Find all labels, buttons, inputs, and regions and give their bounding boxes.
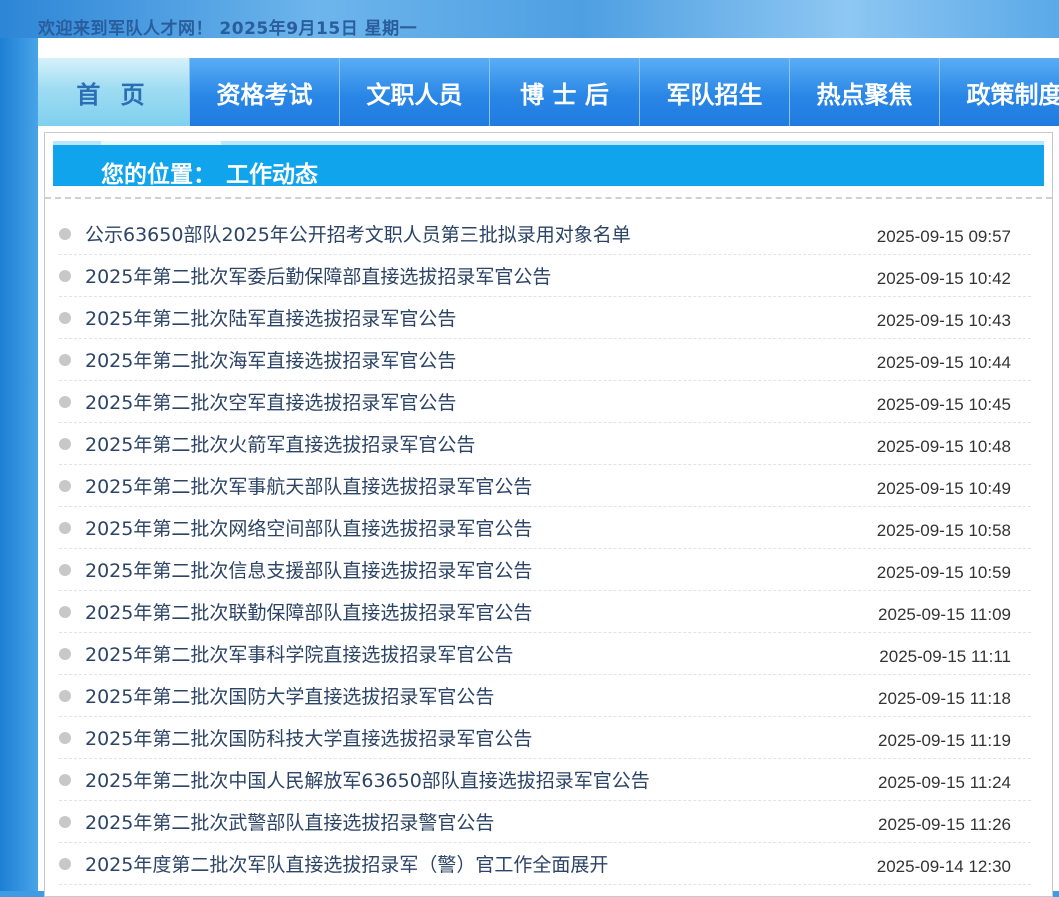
- main-nav: 首 页 资格考试 文职人员 博 士 后 军队招生 热点聚焦 政策制度: [38, 58, 1059, 126]
- news-date: 2025-09-15 10:42: [876, 268, 1011, 288]
- list-item: 2025年第二批次联勤保障部队直接选拔招录军官公告 2025-09-15 11:0…: [59, 591, 1031, 633]
- nav-item-qualification-exam[interactable]: 资格考试: [190, 58, 340, 126]
- news-title-link[interactable]: 2025年第二批次国防科技大学直接选拔招录军官公告: [85, 724, 532, 751]
- news-title-link[interactable]: 2025年第二批次军事科学院直接选拔招录军官公告: [85, 640, 513, 667]
- news-date: 2025-09-15 11:11: [879, 646, 1011, 666]
- nav-item-postdoc[interactable]: 博 士 后: [490, 58, 640, 126]
- list-item: 2025年度第二批次军队直接选拔招录军（警）官工作全面展开 2025-09-14 …: [59, 843, 1031, 885]
- bullet-icon: [59, 563, 71, 576]
- news-title-link[interactable]: 2025年第二批次网络空间部队直接选拔招录军官公告: [85, 514, 532, 541]
- page-background: [0, 0, 40, 891]
- news-title-link[interactable]: 2025年第二批次火箭军直接选拔招录军官公告: [85, 430, 475, 457]
- list-item: 2025年第二批次军事科学院直接选拔招录军官公告 2025-09-15 11:11: [59, 633, 1031, 675]
- breadcrumb-current: 工作动态: [226, 162, 318, 186]
- list-item: 公示63650部队2025年公开招考文职人员第三批拟录用对象名单 2025-09-…: [59, 213, 1031, 255]
- bullet-icon: [59, 731, 71, 744]
- nav-item-policies[interactable]: 政策制度: [940, 58, 1059, 126]
- news-date: 2025-09-15 10:59: [876, 562, 1011, 582]
- nav-item-hot-topics[interactable]: 热点聚焦: [790, 58, 940, 126]
- news-date: 2025-09-14 12:30: [876, 856, 1011, 876]
- news-date: 2025-09-15 10:45: [876, 394, 1011, 414]
- nav-item-military-enrollment[interactable]: 军队招生: [640, 58, 790, 126]
- list-item: 2025年第二批次海军直接选拔招录军官公告 2025-09-15 10:44: [59, 339, 1031, 381]
- top-banner: 欢迎来到军队人才网！ 2025年9月15日 星期一: [0, 0, 1059, 39]
- list-item: 2025年第二批次军委后勤保障部直接选拔招录军官公告 2025-09-15 10:…: [59, 255, 1031, 297]
- news-date: 2025-09-15 10:44: [876, 352, 1011, 372]
- news-title-link[interactable]: 2025年第二批次军委后勤保障部直接选拔招录军官公告: [85, 262, 551, 289]
- breadcrumb-label: 您的位置：: [101, 162, 216, 186]
- news-title-link[interactable]: 2025年第二批次空军直接选拔招录军官公告: [85, 388, 456, 415]
- news-date: 2025-09-15 10:49: [876, 478, 1011, 498]
- list-item: 2025年第二批次武警部队直接选拔招录警官公告 2025-09-15 11:26: [59, 801, 1031, 843]
- list-item: 2025年第二批次火箭军直接选拔招录军官公告 2025-09-15 10:48: [59, 423, 1031, 465]
- bullet-icon: [59, 353, 71, 366]
- news-date: 2025-09-15 11:19: [878, 730, 1011, 750]
- news-date: 2025-09-15 10:43: [876, 310, 1011, 330]
- news-title-link[interactable]: 2025年第二批次海军直接选拔招录军官公告: [85, 346, 456, 373]
- news-title-link[interactable]: 2025年第二批次信息支援部队直接选拔招录军官公告: [85, 556, 532, 583]
- bullet-icon: [59, 479, 71, 492]
- news-date: 2025-09-15 11:26: [878, 814, 1011, 834]
- news-date: 2025-09-15 09:57: [876, 226, 1011, 246]
- list-item: 2025年第二批次军事航天部队直接选拔招录军官公告 2025-09-15 10:4…: [59, 465, 1031, 507]
- bullet-icon: [59, 689, 71, 702]
- breadcrumb: 您的位置： 工作动态: [53, 141, 1044, 186]
- news-title-link[interactable]: 2025年第二批次中国人民解放军63650部队直接选拔招录军官公告: [85, 766, 650, 793]
- list-item: 2025年第二批次国防科技大学直接选拔招录军官公告 2025-09-15 11:1…: [59, 717, 1031, 759]
- bullet-icon: [59, 773, 71, 786]
- news-date: 2025-09-15 11:09: [878, 604, 1011, 624]
- news-list: 公示63650部队2025年公开招考文职人员第三批拟录用对象名单 2025-09-…: [59, 213, 1031, 885]
- list-item: 2025年第二批次信息支援部队直接选拔招录军官公告 2025-09-15 10:5…: [59, 549, 1031, 591]
- news-title-link[interactable]: 公示63650部队2025年公开招考文职人员第三批拟录用对象名单: [85, 220, 631, 247]
- news-date: 2025-09-15 10:58: [876, 520, 1011, 540]
- list-item: 2025年第二批次网络空间部队直接选拔招录军官公告 2025-09-15 10:5…: [59, 507, 1031, 549]
- nav-item-civilian-staff[interactable]: 文职人员: [340, 58, 490, 126]
- bullet-icon: [59, 647, 71, 660]
- news-title-link[interactable]: 2025年第二批次武警部队直接选拔招录警官公告: [85, 808, 494, 835]
- bullet-icon: [59, 857, 71, 870]
- nav-item-home[interactable]: 首 页: [38, 58, 190, 126]
- list-item: 2025年第二批次陆军直接选拔招录军官公告 2025-09-15 10:43: [59, 297, 1031, 339]
- divider: [45, 197, 1052, 199]
- list-item: 2025年第二批次空军直接选拔招录军官公告 2025-09-15 10:45: [59, 381, 1031, 423]
- content-panel: 您的位置： 工作动态 公示63650部队2025年公开招考文职人员第三批拟录用对象…: [44, 132, 1053, 897]
- bullet-icon: [59, 227, 71, 240]
- breadcrumb-text: 您的位置： 工作动态: [101, 155, 318, 186]
- news-title-link[interactable]: 2025年第二批次联勤保障部队直接选拔招录军官公告: [85, 598, 532, 625]
- news-date: 2025-09-15 11:18: [878, 688, 1011, 708]
- bullet-icon: [59, 521, 71, 534]
- bullet-icon: [59, 395, 71, 408]
- news-date: 2025-09-15 10:48: [876, 436, 1011, 456]
- welcome-text: 欢迎来到军队人才网！ 2025年9月15日 星期一: [38, 19, 418, 39]
- bullet-icon: [59, 815, 71, 828]
- list-item: 2025年第二批次中国人民解放军63650部队直接选拔招录军官公告 2025-09…: [59, 759, 1031, 801]
- bullet-icon: [59, 437, 71, 450]
- news-title-link[interactable]: 2025年第二批次陆军直接选拔招录军官公告: [85, 304, 456, 331]
- bullet-icon: [59, 605, 71, 618]
- news-title-link[interactable]: 2025年第二批次军事航天部队直接选拔招录军官公告: [85, 472, 532, 499]
- breadcrumb-highlight: [101, 141, 221, 145]
- main-frame: 首 页 资格考试 文职人员 博 士 后 军队招生 热点聚焦 政策制度 您的位置：…: [38, 38, 1059, 897]
- news-date: 2025-09-15 11:24: [878, 772, 1011, 792]
- list-item: 2025年第二批次国防大学直接选拔招录军官公告 2025-09-15 11:18: [59, 675, 1031, 717]
- bullet-icon: [59, 311, 71, 324]
- news-title-link[interactable]: 2025年度第二批次军队直接选拔招录军（警）官工作全面展开: [85, 850, 608, 877]
- news-title-link[interactable]: 2025年第二批次国防大学直接选拔招录军官公告: [85, 682, 494, 709]
- bullet-icon: [59, 269, 71, 282]
